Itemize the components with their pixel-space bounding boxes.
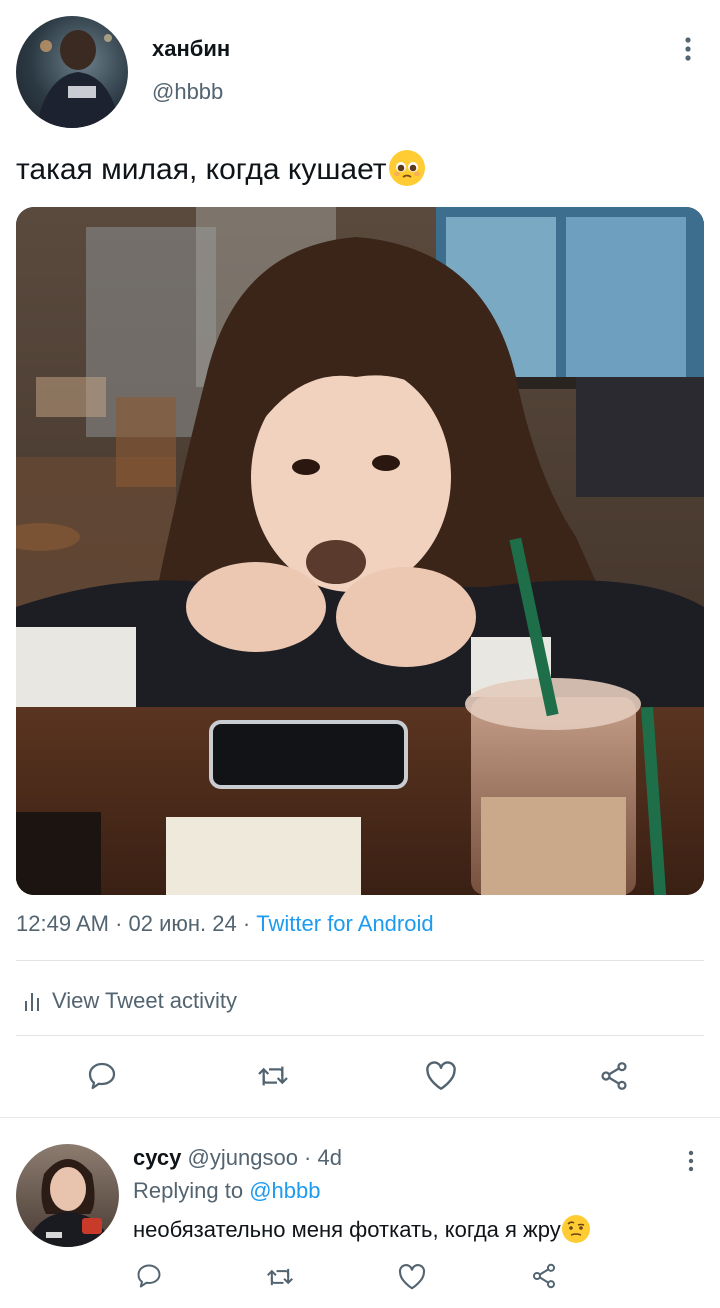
reply-like-icon[interactable] xyxy=(397,1263,427,1291)
tweet-meta: 12:49 AM · 02 июн. 24 · Twitter for Andr… xyxy=(16,911,434,937)
reply-share-icon[interactable] xyxy=(530,1262,558,1290)
tweet-source[interactable]: Twitter for Android xyxy=(256,911,433,936)
reply-icon[interactable] xyxy=(86,1060,118,1092)
meta-separator: · xyxy=(236,911,257,936)
divider xyxy=(16,960,704,961)
tweet-date[interactable]: 02 июн. 24 xyxy=(129,911,237,936)
reply-more-icon[interactable] xyxy=(684,1150,698,1174)
tweet-image[interactable] xyxy=(16,207,704,895)
like-icon[interactable] xyxy=(424,1060,458,1092)
tweet-text-content: такая милая, когда кушает xyxy=(16,153,387,186)
reply-age[interactable]: 4d xyxy=(318,1145,342,1170)
reply-separator: · xyxy=(297,1145,318,1170)
activity-icon xyxy=(24,990,40,1012)
retweet-icon[interactable] xyxy=(255,1060,291,1092)
replying-to: Replying to @hbbb xyxy=(133,1178,320,1204)
face-with-raised-eyebrow-emoji-icon xyxy=(561,1215,590,1244)
section-divider xyxy=(0,1117,720,1118)
reply-text-content: необязательно меня фоткать, когда я жру xyxy=(133,1217,561,1242)
tweet-text: такая милая, когда кушает xyxy=(16,150,425,190)
girl-holding-cup-icon xyxy=(26,1159,112,1247)
reply-avatar[interactable] xyxy=(16,1144,119,1247)
reply-author-handle[interactable]: @yjungsoo xyxy=(188,1145,298,1170)
author-avatar[interactable] xyxy=(16,16,128,128)
photo-girl-eating-icon xyxy=(16,207,704,895)
replying-to-label: Replying to xyxy=(133,1178,244,1203)
tweet-time[interactable]: 12:49 AM xyxy=(16,911,109,936)
reply-text: необязательно меня фоткать, когда я жру xyxy=(133,1214,590,1246)
person-back-icon xyxy=(36,30,120,128)
view-activity-row[interactable]: View Tweet activity xyxy=(24,985,237,1017)
meta-separator: · xyxy=(108,911,129,936)
share-icon[interactable] xyxy=(598,1060,630,1092)
reply-author-name[interactable]: сусу xyxy=(133,1145,181,1170)
pleading-face-emoji-icon xyxy=(388,150,425,187)
view-activity-label: View Tweet activity xyxy=(52,988,238,1013)
reply-header: сусу @yjungsoo · 4d xyxy=(133,1145,342,1171)
author-handle[interactable]: @hbbb xyxy=(152,79,223,105)
more-icon[interactable] xyxy=(680,36,696,64)
reply-reply-icon[interactable] xyxy=(135,1262,163,1290)
author-name[interactable]: ханбин xyxy=(152,36,230,62)
divider xyxy=(16,1035,704,1036)
replying-to-handle[interactable]: @hbbb xyxy=(249,1178,320,1203)
reply-retweet-icon[interactable] xyxy=(264,1263,296,1291)
